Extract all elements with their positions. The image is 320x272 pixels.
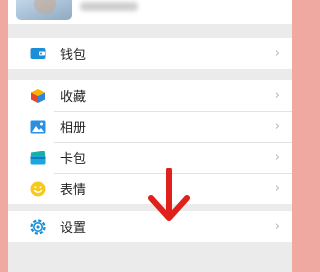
blurred-username [80, 2, 138, 11]
menu-item-favorites[interactable]: 收藏 › [8, 80, 292, 111]
chevron-right-icon: › [274, 180, 280, 196]
menu-item-label: 相册 [60, 121, 87, 136]
menu-item-wallet[interactable]: 钱包 › [8, 38, 292, 69]
menu-item-label: 收藏 [60, 90, 87, 105]
red-down-arrow-icon [146, 167, 192, 224]
menu-item-label: 钱包 [60, 48, 87, 63]
menu-item-label: 表情 [60, 183, 87, 198]
favorites-cube-icon [30, 88, 46, 104]
menu-item-album[interactable]: 相册 › [8, 111, 292, 142]
card-package-icon [30, 150, 46, 166]
wallet-icon [30, 46, 46, 62]
avatar[interactable] [16, 0, 72, 20]
gear-icon [30, 218, 46, 235]
wallet-group: 钱包 › [8, 38, 292, 69]
phone-screen: 钱包 › 收藏 › 相册 › 卡包 › 表情 › 设置 › [8, 0, 292, 272]
profile-header[interactable] [8, 0, 292, 24]
menu-item-label: 卡包 [60, 152, 87, 167]
chevron-right-icon: › [274, 218, 280, 234]
menu-item-label: 设置 [60, 221, 87, 236]
photo-album-icon [30, 119, 46, 135]
chevron-right-icon: › [274, 87, 280, 103]
chevron-right-icon: › [274, 45, 280, 61]
chevron-right-icon: › [274, 149, 280, 165]
smiley-icon [30, 181, 46, 197]
chevron-right-icon: › [274, 118, 280, 134]
